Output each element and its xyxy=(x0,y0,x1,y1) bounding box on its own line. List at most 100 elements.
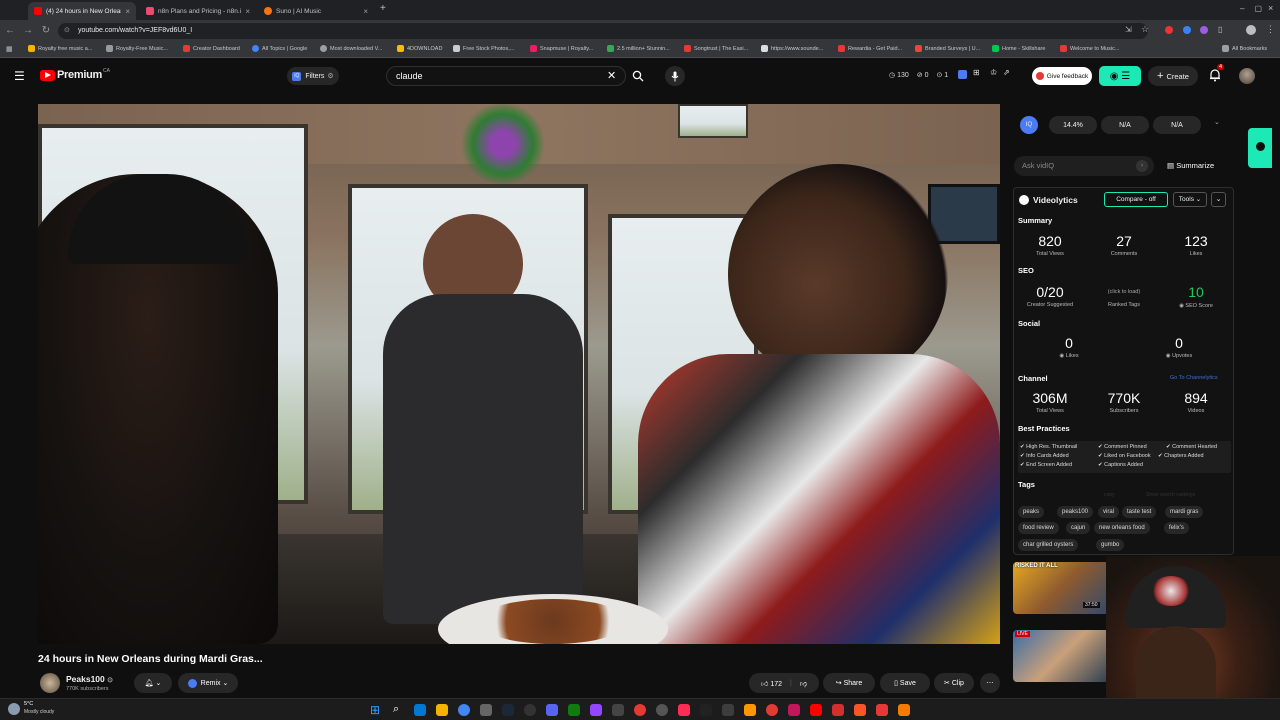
brave-icon[interactable] xyxy=(854,704,866,716)
reload-icon[interactable]: ↻ xyxy=(40,25,52,36)
site-info-icon[interactable]: ⊙ xyxy=(64,23,70,39)
recommended-video-thumbnail[interactable]: RISKED IT ALL 37:50 xyxy=(1013,562,1109,614)
tag-chip[interactable]: felix's xyxy=(1164,522,1189,534)
taskbar-app-icon[interactable] xyxy=(634,704,646,716)
create-button[interactable]: + Create xyxy=(1148,66,1198,86)
browser-tab-suno[interactable]: Suno | AI Music × xyxy=(258,2,374,20)
youtube-premium-logo[interactable]: Premium CA xyxy=(40,68,110,81)
search-button[interactable] xyxy=(627,66,649,86)
profile-avatar-icon[interactable] xyxy=(1246,25,1256,35)
taskbar-app-icon[interactable] xyxy=(700,704,712,716)
extension-icon[interactable] xyxy=(1200,26,1208,34)
recommended-video-thumbnail[interactable]: LIVE xyxy=(1013,630,1109,682)
tag-chip[interactable]: mardi gras xyxy=(1165,506,1204,518)
bookmark-star-icon[interactable]: ☆ xyxy=(1141,24,1149,35)
close-tab-icon[interactable]: × xyxy=(363,7,368,16)
voice-search-button[interactable] xyxy=(665,66,685,86)
copy-tags-button[interactable]: copy xyxy=(1104,492,1115,498)
grid-icon[interactable]: ⊞ xyxy=(973,68,980,77)
window-close-icon[interactable]: × xyxy=(1268,3,1273,13)
tag-chip[interactable]: taste test xyxy=(1122,506,1157,518)
compare-toggle-button[interactable]: Compare - off xyxy=(1104,192,1168,207)
ask-vidiq-input[interactable]: Ask vidIQ › xyxy=(1014,156,1154,176)
xbox-icon[interactable] xyxy=(568,704,580,716)
file-explorer-icon[interactable] xyxy=(436,704,448,716)
ranked-tags-load-button[interactable]: (click to load) xyxy=(1094,289,1154,295)
taskbar-app-icon[interactable] xyxy=(876,704,888,716)
more-actions-button[interactable]: ⋯ xyxy=(980,673,1000,693)
vidiq-filters-button[interactable]: iQ Filters ⚙ xyxy=(287,67,339,85)
tag-chip[interactable]: food review xyxy=(1018,522,1059,534)
bookmark-item[interactable]: 4DOWNLOAD xyxy=(397,45,442,52)
all-bookmarks[interactable]: All Bookmarks xyxy=(1222,45,1267,52)
tag-chip[interactable]: char grilled oysters xyxy=(1018,539,1079,551)
share-icon[interactable]: ⇗ xyxy=(1003,68,1010,77)
taskbar-app-icon[interactable] xyxy=(480,704,492,716)
taskbar-app-icon[interactable] xyxy=(832,704,844,716)
browser-tab-n8n[interactable]: n8n Plans and Pricing - n8n.io × xyxy=(140,2,256,20)
chrome-icon[interactable] xyxy=(458,704,470,716)
extension-icon[interactable] xyxy=(1183,26,1191,34)
subscribed-bell-button[interactable]: 🔔︎ ⌄ xyxy=(134,673,172,693)
bookmark-item[interactable]: Welcome to Music... xyxy=(1060,45,1119,52)
bookmark-item[interactable]: Rewardia - Get Paid... xyxy=(838,45,902,52)
share-button[interactable]: ↪ Share xyxy=(823,673,875,693)
windows-start-icon[interactable]: ⊞ xyxy=(370,703,380,717)
tag-chip[interactable]: viral xyxy=(1098,506,1120,518)
summarize-button[interactable]: ▤ Summarize xyxy=(1167,161,1214,170)
weather-icon[interactable] xyxy=(8,703,20,715)
back-icon[interactable]: ← xyxy=(4,25,16,36)
taskbar-app-icon[interactable] xyxy=(722,704,734,716)
send-icon[interactable]: › xyxy=(1136,160,1148,172)
taskbar-search-icon[interactable]: ⌕ xyxy=(393,703,399,716)
give-feedback-button[interactable]: Give feedback xyxy=(1032,67,1092,85)
tag-chip[interactable]: cajun xyxy=(1066,522,1091,534)
save-button[interactable]: ▯ Save xyxy=(880,673,930,693)
trophy-icon[interactable]: ♔ xyxy=(990,68,997,77)
taskbar-app-icon[interactable] xyxy=(898,704,910,716)
bookmark-item[interactable]: Branded Surveys | U... xyxy=(915,45,980,52)
taskbar-app-icon[interactable] xyxy=(612,704,624,716)
install-app-icon[interactable]: ⇲ xyxy=(1125,25,1132,34)
show-rankings-button[interactable]: Show search rankings xyxy=(1146,492,1195,498)
bookmark-item[interactable]: Creator Dashboard xyxy=(183,45,240,52)
forward-icon[interactable]: → xyxy=(22,25,34,36)
extension-icon[interactable] xyxy=(1165,26,1173,34)
hamburger-menu-icon[interactable]: ☰ xyxy=(14,69,25,83)
bookmark-item[interactable]: https://www.sounde... xyxy=(761,45,823,52)
youtube-icon[interactable] xyxy=(810,704,822,716)
side-panel-icon[interactable]: ▯ xyxy=(1218,25,1222,34)
video-player[interactable] xyxy=(38,104,1000,644)
bookmark-item[interactable]: 2.5 million+ Stunnin... xyxy=(607,45,670,52)
taskbar-app-icon[interactable] xyxy=(678,704,690,716)
vidiq-icon[interactable] xyxy=(958,70,967,79)
channelytics-link[interactable]: Go To Channelytics xyxy=(1170,375,1218,381)
panel-expand-button[interactable]: ⌄ xyxy=(1211,192,1226,207)
vidiq-menu-button[interactable]: ◉ ☰ xyxy=(1099,66,1141,86)
vidiq-side-tab[interactable] xyxy=(1248,128,1272,168)
taskbar-app-icon[interactable] xyxy=(766,704,778,716)
bookmark-item[interactable]: Most downloaded V... xyxy=(320,45,382,52)
chevron-down-icon[interactable]: ⌄ xyxy=(1214,118,1220,126)
clear-search-icon[interactable]: ✕ xyxy=(607,67,616,85)
address-bar[interactable]: ⊙ youtube.com/watch?v=JEF8vd6U0_I xyxy=(58,23,1148,39)
taskbar-app-icon[interactable] xyxy=(744,704,756,716)
bookmark-item[interactable]: Free Stock Photos,... xyxy=(453,45,514,52)
bookmark-item[interactable]: All Topics | Google xyxy=(252,45,307,52)
tools-dropdown[interactable]: Tools ⌄ xyxy=(1173,192,1207,207)
taskbar-app-icon[interactable] xyxy=(656,704,668,716)
remix-button[interactable]: Remix ⌄ xyxy=(178,673,238,693)
taskbar-app-icon[interactable] xyxy=(414,704,426,716)
taskbar-app-icon[interactable] xyxy=(524,704,536,716)
close-tab-icon[interactable]: × xyxy=(245,7,250,16)
bookmark-item[interactable]: Songtrust | The Easi... xyxy=(684,45,748,52)
tag-chip[interactable]: peaks100 xyxy=(1057,506,1094,518)
bookmark-item[interactable]: Royalty free music a... xyxy=(28,45,92,52)
taskbar-app-icon[interactable] xyxy=(788,704,800,716)
twitch-icon[interactable] xyxy=(590,704,602,716)
bookmark-item[interactable]: Snapmuse | Royalty... xyxy=(530,45,593,52)
close-tab-icon[interactable]: × xyxy=(125,7,130,16)
tag-chip[interactable]: new orleans food xyxy=(1094,522,1150,534)
browser-menu-icon[interactable]: ⋮ xyxy=(1266,24,1275,35)
channel-avatar[interactable] xyxy=(40,673,60,693)
